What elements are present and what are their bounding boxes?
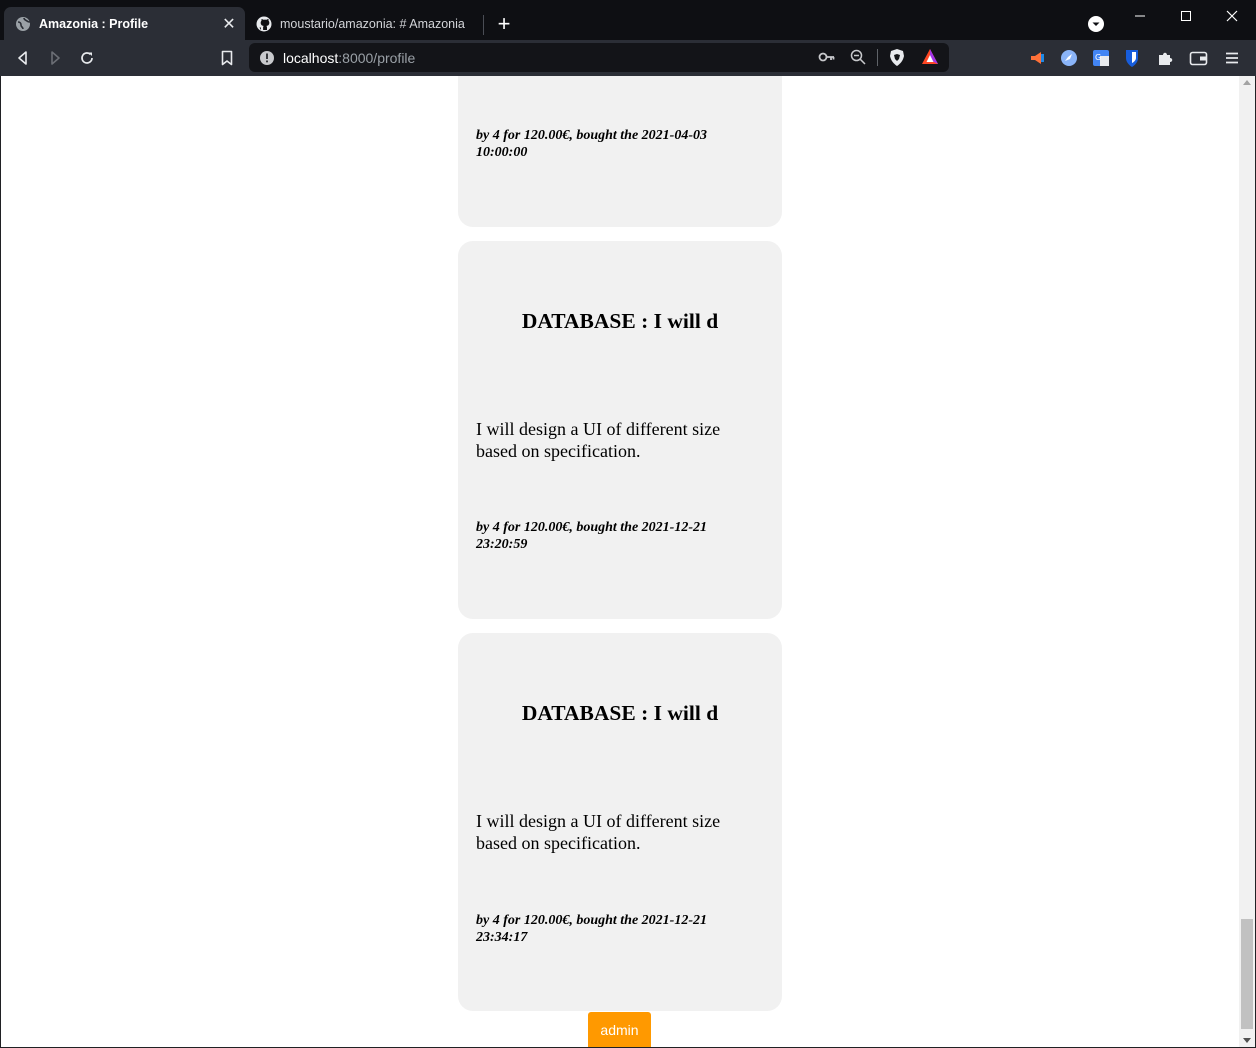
new-tab-icon[interactable]: +	[492, 11, 516, 36]
browser-toolbar: localhost:8000/profile G	[0, 40, 1256, 76]
tab-title: Amazonia : Profile	[39, 16, 149, 31]
purchase-card: DATABASE : I will d I will design a UI o…	[458, 633, 782, 1011]
wallet-icon[interactable]	[1189, 49, 1208, 67]
purchase-meta-time: 10:00:00	[476, 145, 528, 160]
brave-rewards-icon[interactable]	[921, 48, 939, 66]
tab-github-amazonia[interactable]: moustario/amazonia: # Amazonia	[245, 7, 483, 40]
extension-compass-icon[interactable]	[1060, 49, 1078, 67]
purchase-meta: by 4 for 120.00€, bought the 2021-12-21 …	[476, 519, 736, 553]
scroll-down-arrow-icon[interactable]	[1243, 1038, 1251, 1043]
purchase-card: DATABASE : I will d I will design a UI o…	[458, 241, 782, 619]
bookmark-icon[interactable]	[217, 48, 237, 68]
extensions-puzzle-icon[interactable]	[1156, 49, 1174, 67]
maximize-icon[interactable]	[1166, 4, 1206, 28]
url-host: localhost	[283, 49, 339, 66]
scroll-up-arrow-icon[interactable]	[1243, 80, 1251, 85]
purchase-meta: by 4 for 120.00€, bought the 2021-12-21 …	[476, 912, 736, 946]
purchase-meta-time: 23:34:17	[476, 930, 528, 945]
tab-strip: Amazonia : Profile ✕ moustario/amazonia:…	[0, 0, 1256, 40]
close-window-icon[interactable]	[1212, 4, 1252, 28]
zoom-out-icon[interactable]	[850, 49, 866, 65]
translate-icon[interactable]: G	[1092, 49, 1110, 67]
purchase-meta-time: 23:20:59	[476, 537, 528, 552]
product-description: I will design a UI of different size bas…	[476, 419, 721, 461]
purchase-meta-line: by 4 for 120.00€, bought the 2021-12-21	[476, 913, 707, 928]
purchase-meta-line: by 4 for 120.00€, bought the 2021-04-03	[476, 128, 707, 143]
menu-icon[interactable]	[1224, 50, 1240, 66]
url-path: :8000/profile	[338, 49, 416, 66]
back-icon[interactable]	[13, 48, 33, 68]
minimize-icon[interactable]	[1120, 4, 1160, 28]
purchase-meta: by 4 for 120.00€, bought the 2021-04-03 …	[476, 127, 736, 161]
bitwarden-icon[interactable]	[1124, 48, 1140, 68]
globe-icon	[16, 16, 31, 31]
scrollbar-thumb[interactable]	[1241, 919, 1253, 1029]
tab-amazonia-profile[interactable]: Amazonia : Profile ✕	[4, 7, 245, 40]
github-icon	[256, 16, 272, 31]
extension-megaphone-icon[interactable]	[1028, 49, 1046, 67]
site-info-icon[interactable]	[259, 50, 275, 66]
close-tab-icon[interactable]: ✕	[219, 14, 239, 34]
tab-title: moustario/amazonia: # Amazonia	[280, 16, 465, 31]
brave-shields-icon[interactable]	[888, 48, 906, 67]
page-scrollbar[interactable]	[1239, 76, 1255, 1047]
product-description: I will design a UI of different size bas…	[476, 811, 721, 853]
forward-icon[interactable]	[45, 48, 65, 68]
tab-search-icon[interactable]	[1087, 15, 1105, 33]
product-title: DATABASE : I will d	[521, 309, 719, 333]
address-bar[interactable]: localhost:8000/profile	[249, 43, 949, 72]
purchase-meta-line: by 4 for 120.00€, bought the 2021-12-21	[476, 520, 707, 535]
product-title: DATABASE : I will d	[521, 701, 719, 725]
tab-divider	[483, 15, 484, 35]
url-divider	[877, 49, 878, 66]
reload-icon[interactable]	[77, 48, 97, 68]
purchase-card: by 4 for 120.00€, bought the 2021-04-03 …	[458, 76, 782, 227]
page-viewport: by 4 for 120.00€, bought the 2021-04-03 …	[1, 76, 1239, 1047]
admin-button[interactable]: admin	[588, 1012, 651, 1047]
url-text: localhost:8000/profile	[283, 50, 415, 66]
key-icon[interactable]	[818, 49, 836, 65]
svg-text:G: G	[1095, 53, 1101, 62]
